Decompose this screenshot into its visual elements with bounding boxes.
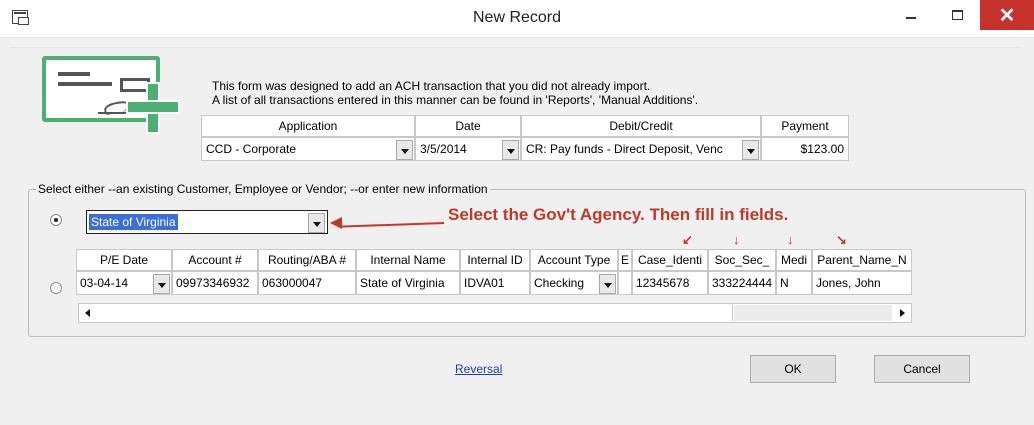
scroll-track[interactable] (734, 305, 892, 321)
header-account-type: Account Type (530, 249, 618, 271)
annotation-arrow-medi: ↓ (787, 232, 794, 247)
chevron-down-icon[interactable] (502, 140, 519, 160)
scroll-thumb[interactable] (99, 305, 733, 321)
medi-field[interactable]: N (776, 271, 812, 295)
header-internal-name: Internal Name (356, 249, 460, 271)
account-type-value: Checking (534, 276, 585, 290)
header-application: Application (201, 115, 415, 137)
parent-name-field[interactable]: Jones, John (812, 271, 912, 295)
e-field[interactable] (618, 271, 632, 295)
existing-entity-radio[interactable] (50, 214, 62, 226)
scroll-right-icon[interactable] (893, 305, 910, 321)
pe-date-value: 03-04-14 (80, 276, 129, 290)
soc-sec-field[interactable]: 333224444 (708, 271, 776, 295)
chevron-down-icon[interactable] (599, 274, 616, 294)
existing-entity-combo[interactable]: State of Virginia (86, 210, 328, 234)
internal-name-field[interactable]: State of Virginia (356, 271, 460, 295)
header-soc-sec: Soc_Sec_ (708, 249, 776, 271)
minimize-button[interactable] (888, 0, 934, 30)
header-internal-id: Internal ID (460, 249, 530, 271)
payment-field[interactable]: $123.00 (761, 137, 849, 161)
header-pe-date: P/E Date (76, 249, 172, 271)
maximize-icon (951, 10, 963, 20)
selection-group-label: Select either --an existing Customer, Em… (36, 182, 490, 196)
header-account: Account # (172, 249, 258, 271)
debit-credit-select[interactable]: CR: Pay funds - Direct Deposit, Venc (521, 137, 761, 161)
date-value: 3/5/2014 (420, 142, 467, 156)
add-check-icon (42, 52, 180, 134)
debit-credit-value: CR: Pay funds - Direct Deposit, Venc (526, 142, 723, 156)
header-e: E (618, 249, 632, 271)
horizontal-scrollbar[interactable] (78, 303, 912, 323)
minimize-icon (906, 17, 916, 19)
existing-entity-value: State of Virginia (89, 214, 178, 230)
close-button[interactable]: ✕ (980, 0, 1034, 30)
application-select[interactable]: CCD - Corporate (201, 137, 415, 161)
intro-text: This form was designed to add an ACH tra… (212, 79, 698, 107)
ok-button[interactable]: OK (750, 355, 836, 383)
close-icon: ✕ (998, 4, 1016, 27)
date-select[interactable]: 3/5/2014 (415, 137, 521, 161)
header-routing: Routing/ABA # (258, 249, 356, 271)
annotation-text: Select the Gov't Agency. Then fill in fi… (448, 205, 789, 224)
application-value: CCD - Corporate (206, 142, 297, 156)
payment-value: $123.00 (800, 142, 844, 156)
header-debit-credit: Debit/Credit (521, 115, 761, 137)
account-field[interactable]: 09973346932 (172, 271, 258, 295)
annotation-arrow-parent: ↘ (836, 232, 847, 247)
chevron-down-icon[interactable] (153, 274, 170, 294)
intro-line-1: This form was designed to add an ACH tra… (212, 79, 651, 93)
title-bar: New Record ✕ (0, 0, 1034, 38)
internal-id-field[interactable]: IDVA01 (460, 271, 530, 295)
header-medi: Medi (776, 249, 812, 271)
reversal-link[interactable]: Reversal (455, 362, 502, 376)
chevron-down-icon[interactable] (396, 140, 413, 160)
maximize-button[interactable] (934, 0, 980, 30)
case-identi-field[interactable]: 12345678 (632, 271, 708, 295)
routing-field[interactable]: 063000047 (258, 271, 356, 295)
account-type-select[interactable]: Checking (530, 271, 618, 295)
annotation-arrow-case: ↙ (682, 232, 693, 247)
header-parent-name: Parent_Name_N (812, 249, 912, 271)
new-info-radio[interactable] (50, 282, 62, 294)
annotation-arrow-head (330, 217, 342, 229)
cancel-button[interactable]: Cancel (874, 355, 970, 383)
scroll-left-icon[interactable] (80, 305, 97, 321)
background-ghost-strip (10, 38, 1020, 48)
intro-line-2: A list of all transactions entered in th… (212, 93, 699, 107)
header-date: Date (415, 115, 521, 137)
chevron-down-icon[interactable] (742, 140, 759, 160)
annotation-arrow-ssn: ↓ (733, 232, 740, 247)
header-payment: Payment (761, 115, 849, 137)
header-case-identi: Case_Identi (632, 249, 708, 271)
chevron-down-icon[interactable] (308, 213, 325, 233)
pe-date-select[interactable]: 03-04-14 (76, 271, 172, 295)
window-title: New Record (472, 9, 562, 26)
